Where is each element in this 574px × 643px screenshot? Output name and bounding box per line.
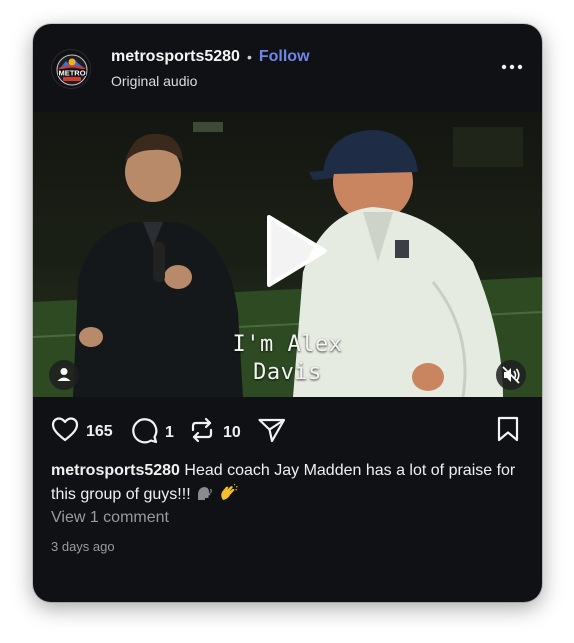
like-count: 165 — [86, 422, 113, 440]
speaking-head-emoji-icon — [195, 484, 213, 510]
handle-row: metrosports5280 • Follow — [111, 48, 310, 66]
description-username[interactable]: metrosports5280 — [51, 462, 180, 479]
clapping-hands-emoji-icon — [218, 483, 238, 510]
avatar-logo-text: METRO — [58, 69, 85, 78]
post-timestamp: 3 days ago — [51, 539, 115, 554]
play-icon[interactable] — [251, 211, 331, 291]
share-button[interactable] — [257, 416, 287, 449]
video-caption-line2: Davis — [253, 360, 322, 385]
view-comments-link[interactable]: View 1 comment — [51, 509, 169, 527]
repost-icon[interactable] — [188, 416, 216, 449]
post-description: metrosports5280 Head coach Jay Madden ha… — [51, 459, 529, 510]
separator-dot: • — [246, 49, 252, 65]
repost-count: 10 — [223, 423, 241, 441]
heart-icon[interactable] — [51, 416, 79, 447]
person-icon[interactable] — [49, 360, 79, 390]
send-icon[interactable] — [257, 416, 287, 449]
more-horizontal-icon[interactable] — [500, 59, 524, 75]
comment-count: 1 — [165, 423, 174, 441]
comment-button[interactable]: 1 — [130, 416, 174, 449]
video-caption-line1: I'm Alex — [232, 332, 343, 357]
bookmark-icon[interactable] — [495, 415, 521, 448]
like-button[interactable]: 165 — [51, 416, 113, 447]
speaker-muted-icon[interactable] — [496, 360, 526, 390]
post-header: METRO metrosports5280 • Follow Original … — [33, 24, 542, 112]
post-actions: 165 1 10 — [33, 397, 542, 457]
avatar[interactable]: METRO — [51, 49, 91, 89]
repost-button[interactable]: 10 — [188, 416, 241, 449]
username[interactable]: metrosports5280 — [111, 48, 240, 66]
post-card: METRO metrosports5280 • Follow Original … — [33, 24, 542, 602]
follow-button[interactable]: Follow — [259, 48, 310, 66]
comment-bubble-icon[interactable] — [130, 416, 158, 449]
video-player[interactable]: I'm Alex Davis — [33, 112, 542, 397]
original-audio-link[interactable]: Original audio — [111, 73, 197, 89]
